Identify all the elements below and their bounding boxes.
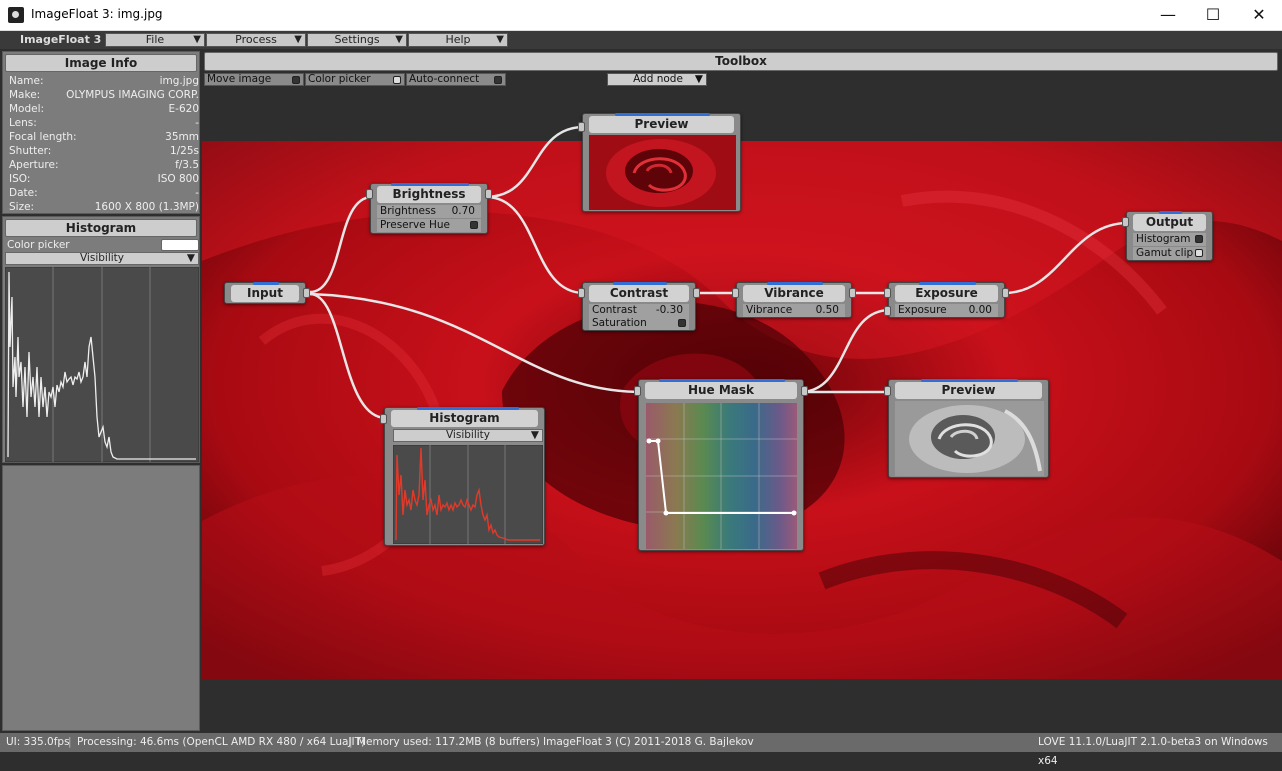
node-output-title: Output [1133,214,1206,231]
node-hue-mask-title: Hue Mask [645,382,797,399]
node-preview-title: Preview [589,116,734,133]
output-port[interactable] [801,386,808,396]
node-contrast[interactable]: Contrast Contrast -0.30 Saturation [578,282,700,331]
node-brightness-title: Brightness [377,186,481,203]
curve-point[interactable] [663,510,669,516]
output-port[interactable] [303,288,310,298]
node-brightness[interactable]: Brightness Brightness 0.70 Preserve Hue [366,183,492,234]
mask-input-port[interactable] [884,306,891,316]
brightness-value: 0.70 [451,205,475,217]
node-output[interactable]: Output Histogram Gamut clip [1122,211,1213,261]
vibrance-slider[interactable]: Vibrance 0.50 [743,304,845,317]
status-memory: Memory used: 117.2MB (8 buffers) [357,736,540,748]
input-port[interactable] [884,288,891,298]
exposure-label: Exposure [898,304,947,316]
node-preview-gray[interactable]: Preview [884,379,1049,478]
preserve-hue-label: Preserve Hue [380,219,450,231]
preview-thumbnail-gray [895,401,1044,476]
preserve-hue-toggle[interactable]: Preserve Hue [377,219,481,232]
contrast-value: -0.30 [655,304,683,316]
preserve-hue-checkbox[interactable] [470,221,478,229]
output-port[interactable] [693,288,700,298]
curve-point[interactable] [646,438,652,444]
input-port[interactable] [578,122,585,132]
status-processing: Processing: 46.6ms (OpenCL AMD RX 480 / … [77,736,366,748]
input-port[interactable] [732,288,739,298]
output-port[interactable] [1002,288,1009,298]
status-bar: UI: 335.0fps | Processing: 46.6ms (OpenC… [0,733,1282,767]
curve-point[interactable] [655,438,661,444]
vibrance-label: Vibrance [746,304,793,316]
vibrance-value: 0.50 [815,304,839,316]
input-port[interactable] [1122,217,1129,227]
output-port[interactable] [485,189,492,199]
saturation-toggle[interactable]: Saturation [589,317,689,330]
node-histogram-title: Histogram [391,410,538,427]
node-input[interactable]: Input [224,282,310,304]
node-preview-gray-title: Preview [895,382,1042,399]
curve-point[interactable] [791,510,797,516]
output-histogram-checkbox[interactable] [1195,235,1203,243]
node-preview-color[interactable]: Preview [578,113,741,212]
node-visibility-label: Visibility [445,429,490,441]
saturation-checkbox[interactable] [678,319,686,327]
saturation-label: Saturation [592,317,647,329]
gamut-clip-label: Gamut clip [1136,247,1194,259]
output-histogram-label: Histogram [1136,233,1191,245]
node-visibility-select[interactable]: Visibility ▼ [393,429,543,442]
input-port[interactable] [366,189,373,199]
node-exposure-title: Exposure [895,285,998,302]
contrast-slider[interactable]: Contrast -0.30 [589,304,689,317]
status-runtime: LOVE 11.1.0/LuaJIT 2.1.0-beta3 on Window… [1038,736,1268,767]
node-vibrance[interactable]: Vibrance Vibrance 0.50 [732,282,856,318]
node-histogram[interactable]: Histogram Visibility ▼ [380,407,545,546]
input-port[interactable] [634,386,641,396]
exposure-value: 0.00 [968,304,992,316]
node-hue-mask[interactable]: Hue Mask [634,379,808,551]
input-port[interactable] [884,386,891,396]
exposure-slider[interactable]: Exposure 0.00 [895,304,998,317]
input-port[interactable] [578,288,585,298]
node-vibrance-title: Vibrance [743,285,845,302]
output-histogram-toggle[interactable]: Histogram [1133,233,1206,246]
preview-thumbnail-color [589,135,736,210]
node-histogram-plot [393,445,543,544]
input-port[interactable] [380,414,387,424]
gamut-clip-toggle[interactable]: Gamut clip [1133,247,1206,260]
node-input-title: Input [231,285,299,302]
status-ui-fps: UI: 335.0fps [6,736,70,748]
hue-curve-editor[interactable] [646,403,797,549]
status-copyright: ImageFloat 3 (C) 2011-2018 G. Bajlekov [543,736,754,748]
contrast-label: Contrast [592,304,637,316]
brightness-slider[interactable]: Brightness 0.70 [377,205,481,218]
chevron-down-icon: ▼ [530,429,539,441]
output-port[interactable] [849,288,856,298]
node-exposure[interactable]: Exposure Exposure 0.00 [884,282,1009,318]
node-contrast-title: Contrast [589,285,689,302]
brightness-label: Brightness [380,205,436,217]
gamut-clip-checkbox[interactable] [1195,249,1203,257]
